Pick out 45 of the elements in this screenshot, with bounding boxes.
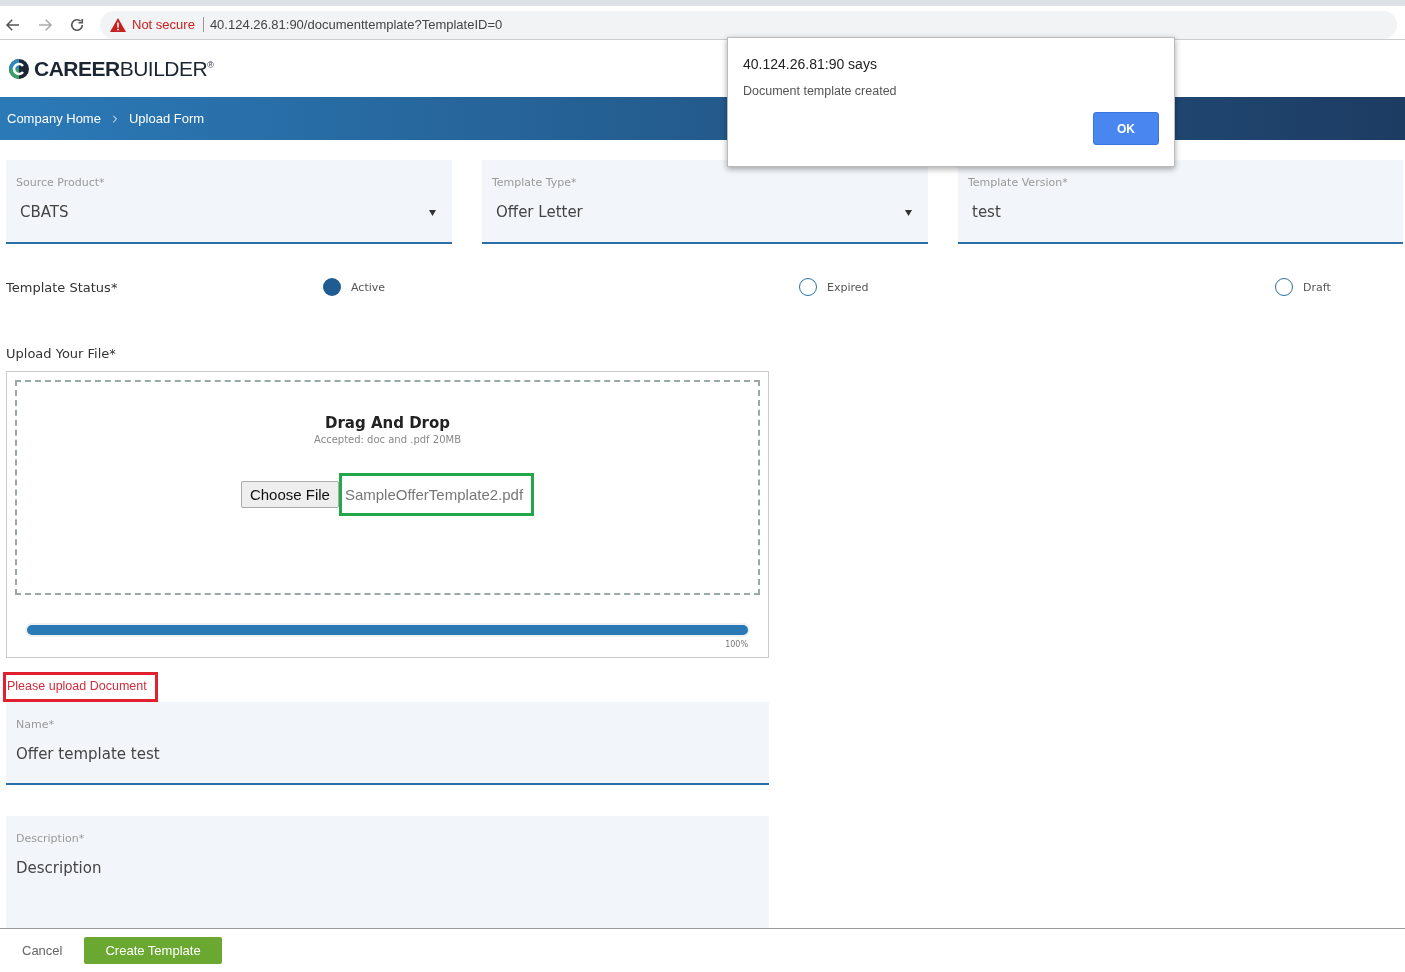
choose-file-button[interactable]: Choose File	[240, 481, 339, 508]
radio-label: Active	[351, 280, 386, 294]
security-status: Not secure	[132, 17, 204, 32]
radio-label: Draft	[1303, 280, 1331, 294]
drop-zone[interactable]: Drag And Drop Accepted: doc and .pdf 20MB Choose File SampleOfferTemplate2.pdf	[15, 380, 760, 596]
input-field[interactable]: Template Version* test	[958, 160, 1403, 244]
field-value: Offer template test	[16, 745, 160, 763]
address-bar[interactable]: Not secure 40.124.26.81:90/documenttemplate?TemplateID=0	[100, 10, 1397, 39]
radio-option[interactable]: Expired	[799, 278, 1275, 296]
drop-title: Drag And Drop	[324, 414, 451, 432]
caret-icon	[429, 210, 436, 216]
field-label: Template Type*	[492, 176, 578, 189]
field-label: Source Product*	[16, 176, 106, 189]
radio-button[interactable]	[323, 278, 341, 296]
select-field[interactable]: Template Type* Offer Letter	[482, 160, 928, 244]
field-label: Upload Your File*	[6, 346, 117, 361]
caret-icon	[905, 210, 912, 216]
select-field[interactable]: Source Product* CBATS	[6, 160, 452, 244]
dialog-message: Document template created	[743, 84, 898, 98]
warning-icon	[110, 17, 126, 32]
radio-button[interactable]	[799, 278, 817, 296]
file-name: SampleOfferTemplate2.pdf	[338, 473, 535, 516]
field-value: Offer Letter	[495, 203, 583, 221]
progress-percent: 100%	[725, 640, 748, 649]
brand-logo: CAREERBUILDER$^{®}$	[8, 56, 214, 81]
field-label: Description*	[16, 832, 86, 845]
field-label: Name*	[16, 718, 55, 731]
drop-hint: Accepted: doc and .pdf 20MB	[313, 434, 462, 445]
field-value: test	[971, 203, 1001, 221]
radio-option[interactable]: Active	[323, 278, 799, 296]
input-field[interactable]: Name* Offer template test	[6, 702, 769, 785]
dialog-title: 40.124.26.81:90 says	[743, 56, 878, 72]
field-label: Template Version*	[968, 176, 1069, 189]
breadcrumb-link[interactable]: Company Home	[7, 111, 101, 126]
textarea-field[interactable]: Description	[16, 859, 759, 877]
ok-button[interactable]: OK	[1093, 112, 1159, 145]
field-label: Template Status*	[6, 279, 119, 295]
page-url: 40.124.26.81:90/documenttemplate?TemplateID=0	[209, 17, 503, 32]
radio-button[interactable]	[1275, 278, 1293, 296]
breadcrumb-link[interactable]: Upload Form	[128, 111, 205, 126]
radio-option[interactable]: Draft	[1275, 278, 1405, 296]
field-value: CBATS	[19, 203, 69, 221]
cancel-button[interactable]: Cancel	[22, 943, 63, 958]
radio-label: Expired	[827, 280, 869, 294]
error-message: Please upload Document	[3, 672, 158, 702]
